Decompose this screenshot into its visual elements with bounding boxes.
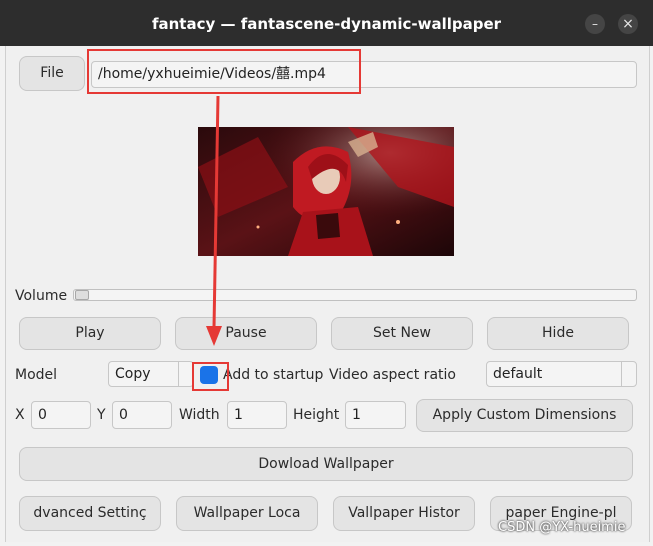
- annotation-arrow-icon: [206, 95, 222, 346]
- app-window: fantacy — fantascene-dynamic-wallpaper –…: [0, 0, 653, 546]
